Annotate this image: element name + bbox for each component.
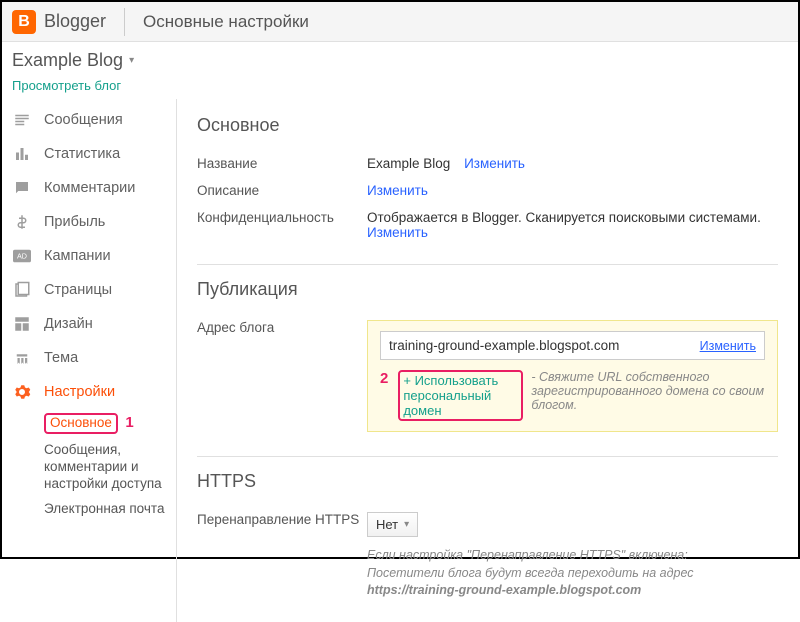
blogger-logo-icon: B [12, 10, 36, 34]
sidebar-item-label: Кампании [44, 248, 111, 264]
stats-icon [12, 144, 32, 164]
sidebar-item-label: Страницы [44, 282, 112, 298]
section-heading-publish: Публикация [197, 279, 778, 300]
annotation-number-1: 1 [125, 414, 133, 431]
annotation-number-2: 2 [380, 370, 388, 387]
svg-text:AD: AD [17, 252, 27, 261]
sidebar-item-earnings[interactable]: Прибыль [2, 205, 176, 239]
sidebar-item-pages[interactable]: Страницы [2, 273, 176, 307]
value-privacy: Отображается в Blogger. Сканируется поис… [367, 210, 761, 225]
label-blog-address: Адрес блога [197, 320, 367, 432]
posts-icon [12, 110, 32, 130]
sidebar-item-label: Сообщения [44, 112, 123, 128]
sidebar-item-label: Тема [44, 350, 78, 366]
https-redirect-value: Нет [376, 517, 398, 532]
section-divider [197, 456, 778, 457]
blog-address-input[interactable]: training-ground-example.blogspot.com Изм… [380, 331, 765, 360]
blog-address-value: training-ground-example.blogspot.com [389, 338, 619, 353]
subnav-item-email[interactable]: Электронная почта [44, 497, 168, 522]
annotation-box-2: + Использовать персональный домен [398, 370, 523, 421]
comments-icon [12, 178, 32, 198]
chevron-down-icon: ▾ [129, 55, 134, 66]
https-note: Если настройка "Перенаправление HTTPS" в… [367, 547, 778, 600]
row-privacy: Конфиденциальность Отображается в Blogge… [197, 204, 778, 246]
sidebar: Сообщения Статистика Комментарии Прибыль… [2, 99, 177, 622]
row-title: Название Example Blog Изменить [197, 150, 778, 177]
view-blog-row: Просмотреть блог [2, 75, 798, 99]
row-description: Описание Изменить [197, 177, 778, 204]
dollar-icon [12, 212, 32, 232]
sidebar-item-comments[interactable]: Комментарии [2, 171, 176, 205]
campaigns-icon: AD [12, 246, 32, 266]
header-divider [124, 8, 125, 36]
view-blog-link[interactable]: Просмотреть блог [12, 78, 121, 93]
gear-icon [12, 382, 32, 402]
blog-selector[interactable]: Example Blog ▾ [2, 42, 798, 75]
section-heading-basic: Основное [197, 115, 778, 136]
sidebar-item-label: Прибыль [44, 214, 105, 230]
label-https-redirect: Перенаправление HTTPS [197, 512, 367, 600]
chevron-down-icon: ▾ [404, 519, 409, 530]
sidebar-item-label: Дизайн [44, 316, 93, 332]
label-privacy: Конфиденциальность [197, 210, 367, 240]
custom-domain-description: - Свяжите URL собственного зарегистриров… [531, 370, 765, 412]
settings-subnav: Основное 1 Сообщения, комментарии и наст… [2, 409, 176, 521]
https-redirect-select[interactable]: Нет ▾ [367, 512, 418, 537]
custom-domain-link[interactable]: + Использовать персональный домен [403, 373, 518, 418]
sidebar-item-label: Статистика [44, 146, 120, 162]
sidebar-item-settings[interactable]: Настройки [2, 375, 176, 409]
sidebar-item-posts[interactable]: Сообщения [2, 103, 176, 137]
sidebar-item-label: Комментарии [44, 180, 135, 196]
sidebar-item-label: Настройки [44, 384, 115, 400]
sidebar-item-stats[interactable]: Статистика [2, 137, 176, 171]
label-description: Описание [197, 183, 367, 198]
subnav-item-basic[interactable]: Основное 1 [44, 409, 168, 438]
annotation-box-1: Основное [44, 413, 118, 434]
value-title: Example Blog [367, 156, 450, 171]
edit-title-link[interactable]: Изменить [464, 156, 525, 171]
page-title: Основные настройки [143, 12, 309, 32]
section-divider [197, 264, 778, 265]
row-https-redirect: Перенаправление HTTPS Нет ▾ Если настрой… [197, 506, 778, 606]
row-blog-address: Адрес блога training-ground-example.blog… [197, 314, 778, 438]
app-header: B Blogger Основные настройки [2, 2, 798, 42]
theme-icon [12, 348, 32, 368]
blog-selector-label: Example Blog [12, 50, 123, 71]
edit-description-link[interactable]: Изменить [367, 183, 428, 198]
brand-name: Blogger [44, 11, 106, 32]
layout-icon [12, 314, 32, 334]
section-heading-https: HTTPS [197, 471, 778, 492]
pages-icon [12, 280, 32, 300]
sidebar-item-theme[interactable]: Тема [2, 341, 176, 375]
sidebar-item-layout[interactable]: Дизайн [2, 307, 176, 341]
main-content: Основное Название Example Blog Изменить … [177, 99, 798, 622]
subnav-item-posts-comments[interactable]: Сообщения, комментарии и настройки досту… [44, 438, 168, 497]
edit-address-link[interactable]: Изменить [700, 339, 756, 353]
blog-address-box: training-ground-example.blogspot.com Изм… [367, 320, 778, 432]
edit-privacy-link[interactable]: Изменить [367, 225, 428, 240]
sidebar-item-campaigns[interactable]: AD Кампании [2, 239, 176, 273]
label-title: Название [197, 156, 367, 171]
